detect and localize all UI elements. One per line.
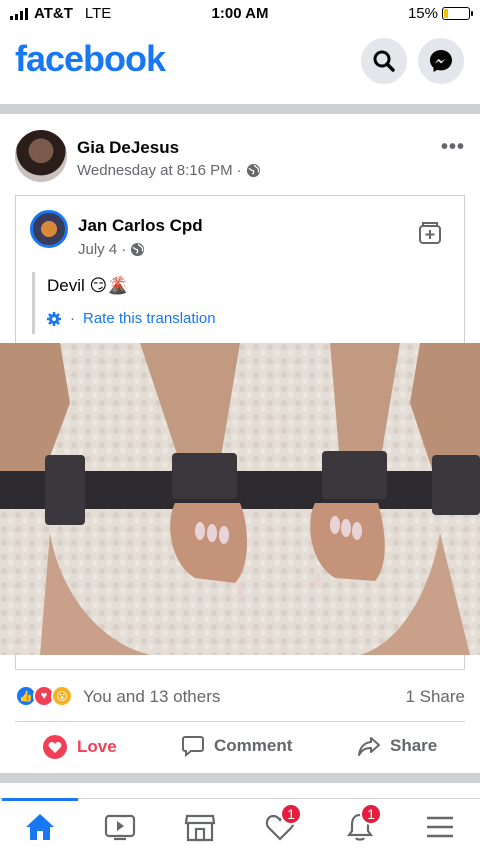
post-meta: Wednesday at 8:16 PM · — [77, 162, 261, 179]
gear-icon — [47, 311, 61, 326]
menu-icon — [427, 816, 453, 838]
globe-icon — [246, 163, 260, 178]
shared-meta: July 4 · — [78, 241, 145, 258]
shared-author[interactable]: Jan Carlos Cpd — [78, 216, 203, 236]
divider — [0, 773, 480, 783]
love-label: Love — [77, 737, 117, 756]
nav-notifications[interactable]: 1 — [330, 803, 390, 847]
battery-percent: 15% — [407, 5, 438, 22]
shared-post-bottom-border — [15, 655, 465, 670]
comment-icon — [182, 736, 204, 758]
nav-dating[interactable]: 1 — [250, 803, 310, 847]
home-icon — [26, 814, 54, 840]
notifications-badge: 1 — [360, 803, 382, 825]
rate-translation-link[interactable]: Rate this translation — [83, 310, 216, 327]
post-author[interactable]: Gia DeJesus — [77, 138, 179, 158]
globe-icon — [131, 242, 145, 257]
search-button[interactable] — [361, 38, 407, 84]
reactions-summary[interactable]: 👍 ♥ 😮 You and 13 others 1 Share — [15, 682, 465, 712]
bookmark-add-icon — [419, 222, 441, 244]
messenger-button[interactable] — [418, 38, 464, 84]
nav-marketplace[interactable] — [170, 807, 230, 847]
post-timestamp[interactable]: Wednesday at 8:16 PM — [77, 162, 233, 179]
shared-text: Devil 😏🌋 — [47, 276, 129, 295]
post-header: Gia DeJesus Wednesday at 8:16 PM · ••• — [15, 130, 465, 186]
top-bar: facebook — [0, 30, 480, 100]
status-bar: AT&T LTE 1:00 AM 15% — [0, 0, 480, 28]
shared-timestamp[interactable]: July 4 — [78, 241, 117, 258]
author-avatar[interactable] — [15, 130, 67, 182]
post-actions: Love Comment Share — [0, 728, 480, 768]
meta-separator: · — [236, 162, 242, 179]
translation-row: · Rate this translation — [46, 310, 216, 327]
status-right: 15% — [407, 5, 473, 22]
battery-icon — [442, 7, 473, 20]
reactions-count[interactable]: You and 13 others — [83, 687, 220, 707]
divider — [0, 104, 480, 114]
video-icon — [104, 814, 136, 841]
divider — [15, 721, 465, 722]
post-photo[interactable] — [0, 343, 480, 655]
dating-badge: 1 — [280, 803, 302, 825]
share-label: Share — [390, 736, 438, 755]
post-menu-button[interactable]: ••• — [441, 136, 465, 159]
messenger-icon — [430, 50, 452, 72]
save-button[interactable] — [416, 218, 444, 251]
love-button[interactable]: Love — [42, 734, 117, 760]
translate-separator: · — [70, 310, 75, 327]
share-count[interactable]: 1 Share — [405, 687, 465, 707]
share-button[interactable]: Share — [357, 734, 437, 758]
nav-menu[interactable] — [410, 807, 470, 847]
love-icon — [43, 735, 67, 759]
nav-watch[interactable] — [90, 807, 150, 847]
wow-reaction-icon: 😮 — [51, 685, 73, 707]
comment-button[interactable]: Comment — [181, 734, 292, 758]
share-icon — [358, 737, 380, 756]
nav-home[interactable] — [2, 798, 78, 847]
reaction-icons: 👍 ♥ 😮 — [15, 685, 73, 707]
search-icon — [373, 50, 395, 72]
facebook-logo[interactable]: facebook — [15, 38, 166, 80]
comment-label: Comment — [214, 736, 293, 755]
shop-icon — [184, 814, 216, 842]
photo-content — [0, 343, 480, 655]
bottom-nav: 1 1 — [0, 798, 480, 854]
shared-author-avatar[interactable] — [30, 210, 68, 248]
meta-separator: · — [121, 241, 127, 258]
